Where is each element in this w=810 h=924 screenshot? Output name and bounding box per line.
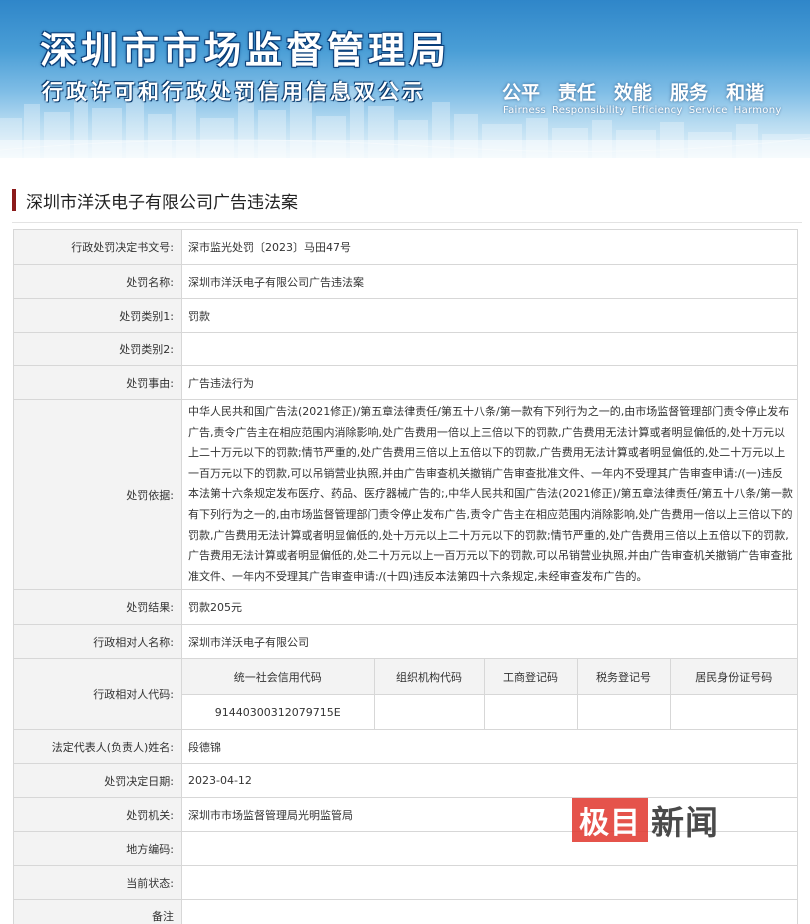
motto-word: 公平 (502, 82, 541, 104)
party-name: 深圳市洋沃电子有限公司 (181, 624, 798, 660)
banner-title: 深圳市市场监督管理局 (40, 29, 450, 72)
code-header: 税务登记号 (576, 659, 671, 695)
row-label: 处罚类别2: (13, 332, 182, 366)
table-row: 处罚依据: 中华人民共和国广告法(2021修正)/第五章法律责任/第五十八条/第… (13, 398, 798, 591)
party-code-cell: 统一社会信用代码 组织机构代码 工商登记码 税务登记号 居民身份证号码 9144… (181, 658, 798, 731)
motto-word: 效能 (614, 82, 653, 104)
code-header: 统一社会信用代码 (182, 659, 375, 695)
news-watermark: 极目 新闻 (572, 797, 719, 843)
current-status (181, 865, 798, 901)
decision-date: 2023-04-12 (181, 763, 798, 799)
row-label: 行政处罚决定书文号: (13, 229, 182, 265)
page-title: 深圳市洋沃电子有限公司广告违法案 (12, 186, 298, 214)
row-label: 备注 (13, 899, 182, 924)
remark (181, 899, 798, 924)
table-row: 备注 (13, 899, 798, 924)
id-number-value (669, 693, 797, 730)
row-label: 法定代表人(负责人)姓名: (13, 729, 182, 765)
row-label: 处罚机关: (13, 797, 182, 833)
row-label: 行政相对人代码: (13, 658, 182, 731)
code-header-row: 统一社会信用代码 组织机构代码 工商登记码 税务登记号 居民身份证号码 (182, 659, 797, 695)
motto-word: 和谐 (726, 82, 765, 104)
table-row: 行政处罚决定书文号: 深市监光处罚〔2023〕马田47号 (13, 229, 798, 265)
code-header: 工商登记码 (483, 659, 578, 695)
penalty-basis: 中华人民共和国广告法(2021修正)/第五章法律责任/第五十八条/第一款有下列行… (181, 398, 798, 591)
penalty-category-1: 罚款 (181, 298, 798, 333)
table-row: 处罚类别1: 罚款 (13, 298, 798, 333)
table-row: 当前状态: (13, 865, 798, 901)
credit-code-value: 91440300312079715E (182, 693, 375, 730)
legal-representative: 段德锦 (181, 729, 798, 765)
table-row: 处罚事由: 广告违法行为 (13, 365, 798, 400)
row-label: 地方编码: (13, 831, 182, 867)
motto-word: 责任 (558, 82, 597, 104)
watermark-word: 新闻 (651, 803, 719, 842)
motto-word-en: Efficiency (631, 105, 683, 116)
banner-subtitle: 行政许可和行政处罚信用信息双公示 (42, 80, 426, 104)
page-title-text: 深圳市洋沃电子有限公司广告违法案 (26, 192, 298, 213)
site-banner: 深圳市市场监督管理局 行政许可和行政处罚信用信息双公示 公平 责任 效能 服务 和谐 F… (0, 0, 810, 158)
code-value-row: 91440300312079715E (182, 693, 797, 730)
penalty-result: 罚款205元 (181, 589, 798, 626)
watermark-logo-box: 极目 (572, 798, 648, 842)
row-label: 当前状态: (13, 865, 182, 901)
penalty-reason: 广告违法行为 (181, 365, 798, 400)
row-label: 处罚决定日期: (13, 763, 182, 799)
penalty-category-2 (181, 332, 798, 366)
decision-doc-number: 深市监光处罚〔2023〕马田47号 (181, 229, 798, 265)
motto-word: 服务 (670, 82, 709, 104)
table-row: 行政相对人名称: 深圳市洋沃电子有限公司 (13, 624, 798, 660)
case-name: 深圳市洋沃电子有限公司广告违法案 (181, 264, 798, 299)
table-row: 处罚决定日期: 2023-04-12 (13, 763, 798, 799)
tax-reg-value (576, 693, 671, 730)
table-row: 处罚类别2: (13, 332, 798, 366)
business-reg-value (483, 693, 578, 730)
motto-word-en: Service (688, 105, 728, 116)
banner-motto-cn: 公平 责任 效能 服务 和谐 (502, 78, 782, 105)
motto-word-en: Fairness (503, 105, 546, 116)
row-label: 处罚类别1: (13, 298, 182, 333)
code-header: 组织机构代码 (373, 659, 485, 695)
table-row: 处罚名称: 深圳市洋沃电子有限公司广告违法案 (13, 264, 798, 299)
table-row: 处罚结果: 罚款205元 (13, 589, 798, 626)
code-header: 居民身份证号码 (669, 659, 797, 695)
table-row: 行政相对人代码: 统一社会信用代码 组织机构代码 工商登记码 税务登记号 居民身… (13, 658, 798, 731)
table-row: 法定代表人(负责人)姓名: 段德锦 (13, 729, 798, 765)
divider (12, 222, 802, 223)
motto-word-en: Responsibility (552, 105, 626, 116)
motto-word-en: Harmony (733, 105, 782, 116)
row-label: 处罚依据: (13, 398, 182, 591)
row-label: 处罚事由: (13, 365, 182, 400)
heading-accent-bar (12, 189, 16, 211)
row-label: 行政相对人名称: (13, 624, 182, 660)
party-code-table: 统一社会信用代码 组织机构代码 工商登记码 税务登记号 居民身份证号码 9144… (182, 659, 797, 730)
row-label: 处罚名称: (13, 264, 182, 299)
row-label: 处罚结果: (13, 589, 182, 626)
banner-motto-en: Fairness Responsibility Efficiency Service H… (503, 105, 788, 116)
org-code-value (373, 693, 485, 730)
